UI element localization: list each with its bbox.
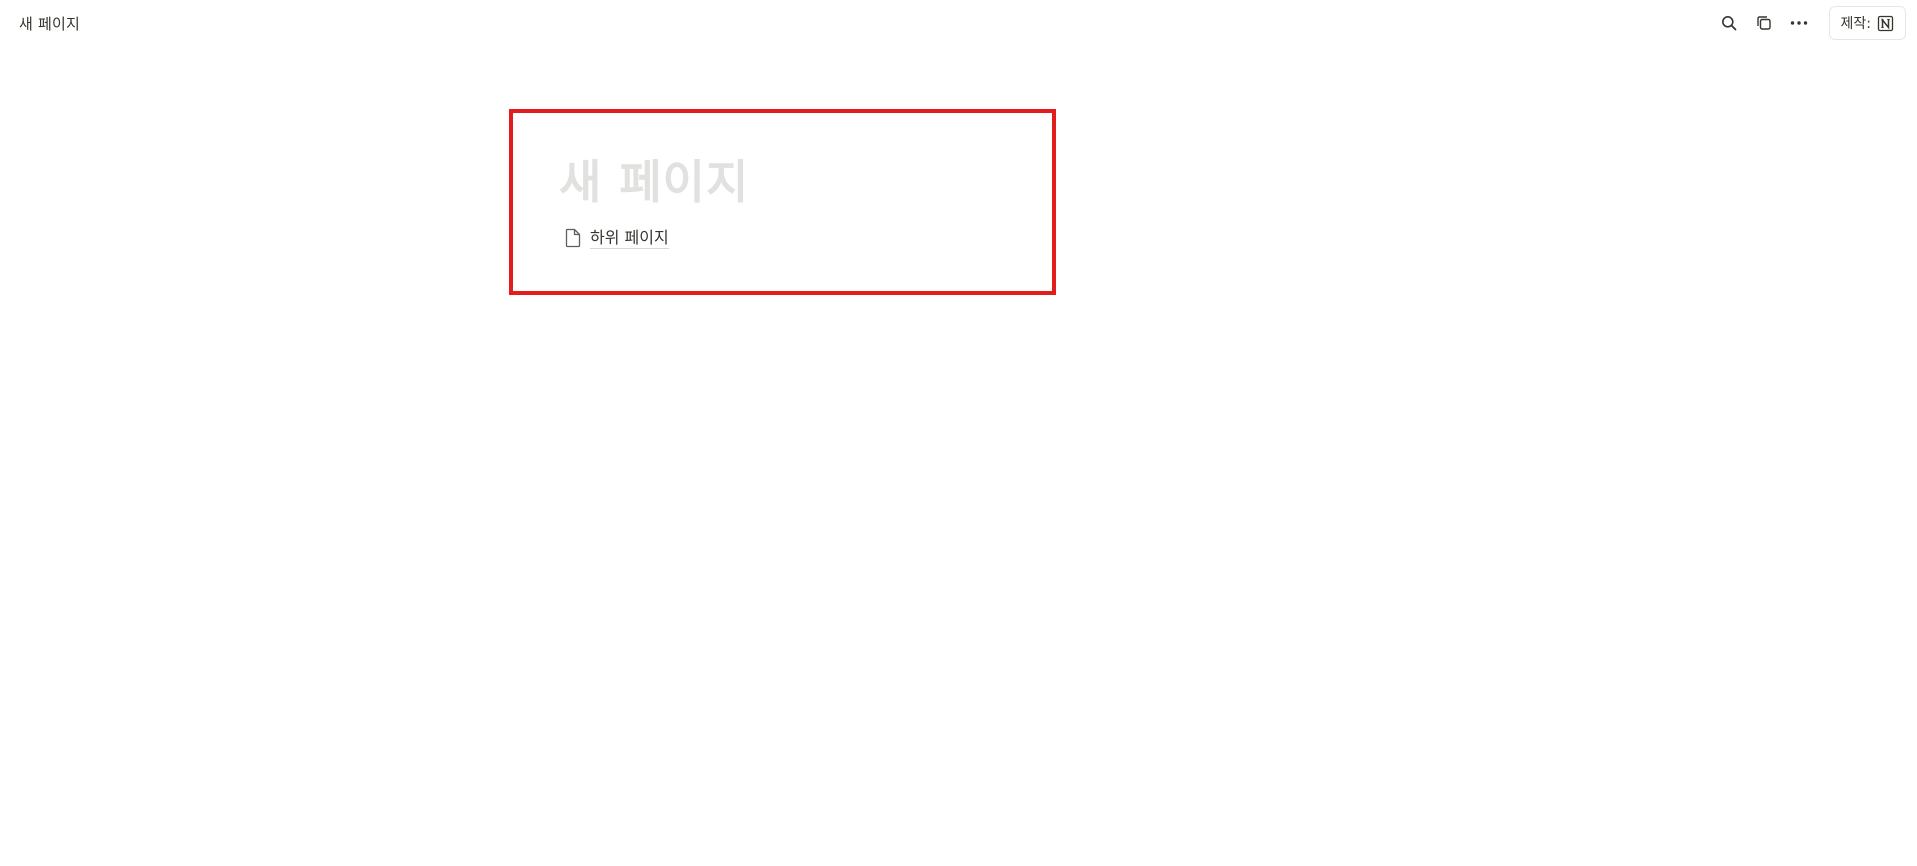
search-icon — [1721, 15, 1737, 31]
subpage-label: 하위 페이지 — [590, 227, 669, 249]
more-options-button[interactable] — [1784, 8, 1814, 38]
subpage-link[interactable]: 하위 페이지 — [562, 226, 669, 250]
page-title[interactable]: 새 페이지 — [559, 146, 749, 212]
made-with-label: 제작: — [1840, 16, 1871, 32]
search-button[interactable] — [1714, 8, 1744, 38]
duplicate-icon — [1756, 15, 1772, 31]
more-icon — [1790, 20, 1808, 26]
breadcrumb-page-title[interactable]: 새 페이지 — [19, 13, 80, 34]
notion-logo-icon — [1877, 15, 1894, 32]
page-icon — [562, 227, 584, 249]
top-bar: 새 페이지 제작: — [0, 0, 1917, 46]
duplicate-button[interactable] — [1749, 8, 1779, 38]
made-with-notion-button[interactable]: 제작: — [1828, 6, 1906, 40]
top-bar-actions: 제작: — [1709, 6, 1906, 40]
